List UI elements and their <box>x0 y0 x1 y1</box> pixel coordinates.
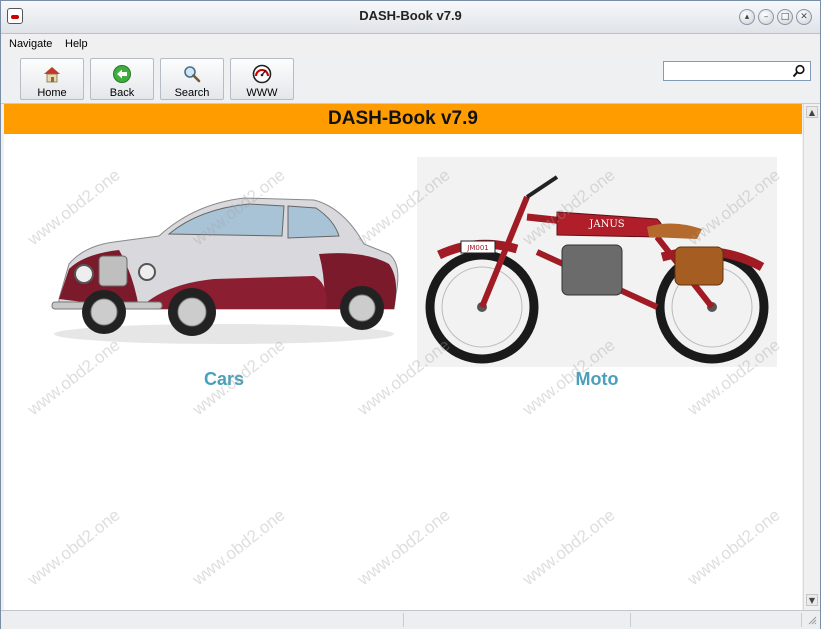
vertical-scrollbar[interactable]: ▲ ▼ <box>803 104 820 610</box>
back-arrow-icon <box>112 64 132 84</box>
home-label: Home <box>37 87 67 99</box>
status-cell-1 <box>1 613 404 627</box>
search-label: Search <box>174 87 210 99</box>
scroll-down-icon[interactable]: ▼ <box>806 594 818 606</box>
magnifier-icon <box>182 64 202 84</box>
moto-card[interactable]: JM001 JANUS <box>417 157 777 367</box>
rollup-icon[interactable]: ▴ <box>739 9 755 25</box>
motorcycle-image[interactable]: JM001 JANUS <box>417 157 777 367</box>
watermark-text: www.obd2.one <box>684 505 784 589</box>
watermark-text: www.obd2.one <box>189 505 289 589</box>
close-button[interactable]: ✕ <box>796 9 812 25</box>
content-area: DASH-Book v7.9 Cars JM001 JANUS Moto www… <box>4 104 802 610</box>
back-button[interactable]: Back <box>90 58 154 100</box>
cars-card[interactable] <box>44 184 404 364</box>
www-button[interactable]: WWW <box>230 58 294 100</box>
maximize-button[interactable]: □ <box>777 9 793 25</box>
menu-bar: Navigate Help <box>1 34 820 54</box>
back-label: Back <box>109 87 135 99</box>
tank-badge-decoration: JANUS <box>588 219 624 230</box>
cars-link[interactable]: Cars <box>184 369 264 390</box>
menu-navigate[interactable]: Navigate <box>9 38 52 50</box>
status-cell-3 <box>631 613 802 627</box>
watermark-text: www.obd2.one <box>354 505 454 589</box>
car-image[interactable] <box>44 184 404 364</box>
gauge-icon <box>252 64 272 84</box>
watermark-text: www.obd2.one <box>24 505 124 589</box>
status-cell-2 <box>404 613 631 627</box>
window-title: DASH-Book v7.9 <box>359 8 462 23</box>
title-bar[interactable]: DASH-Book v7.9 ▴ – □ ✕ <box>1 1 820 34</box>
scroll-up-icon[interactable]: ▲ <box>806 106 818 118</box>
menu-help[interactable]: Help <box>65 38 88 50</box>
search-icon[interactable] <box>792 64 806 78</box>
status-bar <box>1 610 820 629</box>
moto-link[interactable]: Moto <box>557 369 637 390</box>
watermark-text: www.obd2.one <box>519 505 619 589</box>
search-button[interactable]: Search <box>160 58 224 100</box>
minimize-button[interactable]: – <box>758 9 774 25</box>
window-controls: ▴ – □ ✕ <box>739 9 812 25</box>
resize-grip-icon[interactable] <box>807 615 817 625</box>
plate-text-decoration: JM001 <box>466 244 488 252</box>
home-button[interactable]: Home <box>20 58 84 100</box>
www-label: WWW <box>246 87 278 99</box>
page-title: DASH-Book v7.9 <box>4 104 802 134</box>
home-icon <box>42 64 62 84</box>
app-window: DASH-Book v7.9 ▴ – □ ✕ Navigate Help Hom… <box>0 0 821 629</box>
search-input[interactable] <box>663 61 811 81</box>
